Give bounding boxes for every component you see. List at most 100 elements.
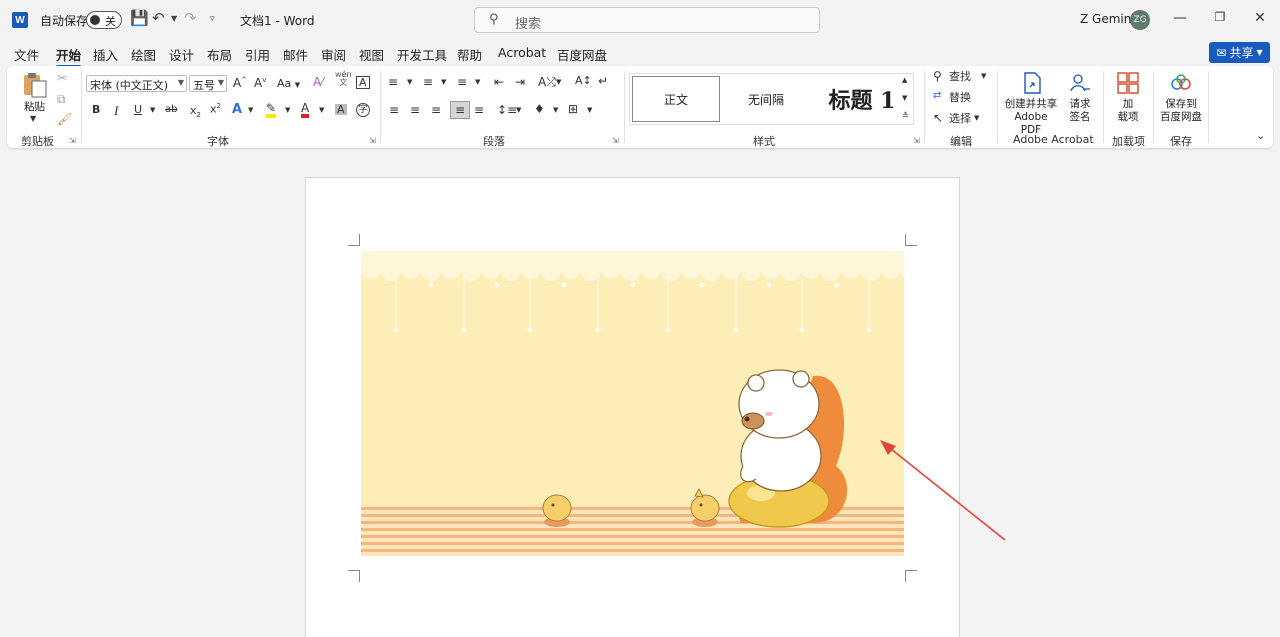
underline-dropdown-icon[interactable]: ▼ [150, 107, 155, 114]
minimize-icon[interactable]: — [1170, 10, 1190, 26]
sort-icon[interactable]: A↕ [575, 75, 592, 86]
italic-icon[interactable]: I [114, 104, 118, 117]
baidu-netdisk-icon [1171, 74, 1191, 90]
numbering-dropdown-icon[interactable]: ▼ [441, 79, 446, 86]
superscript-icon[interactable]: x2 [210, 103, 221, 115]
style-no-spacing[interactable]: 无间隔 [722, 76, 810, 122]
tab-file[interactable]: 文件 [14, 45, 39, 64]
close-icon[interactable]: ✕ [1250, 10, 1270, 26]
copy-icon[interactable]: ⧉ [57, 93, 66, 105]
request-sign-line2: 签名 [1069, 111, 1091, 123]
shading-dropdown-icon[interactable]: ▼ [553, 107, 558, 114]
align-right-icon[interactable]: ≡ [431, 104, 441, 116]
bullets-icon[interactable]: ≡ [388, 76, 398, 88]
strikethrough-icon[interactable]: ab [165, 105, 177, 115]
user-name[interactable]: Z Gemini [1080, 12, 1135, 26]
format-painter-icon[interactable]: 🖌 [57, 113, 72, 125]
styles-launcher-icon[interactable]: ⇲ [913, 136, 920, 145]
tab-developer[interactable]: 开发工具 [397, 45, 447, 64]
find-button[interactable]: ⚲ 查找 ▼ [933, 70, 991, 86]
autosave-toggle[interactable]: 关 [86, 11, 122, 29]
styles-scroll-down-icon[interactable]: ▼ [902, 95, 907, 102]
tab-view[interactable]: 视图 [359, 45, 384, 64]
borders-icon[interactable]: ⊞ [568, 103, 578, 115]
customize-toolbar-icon[interactable]: ▿ [210, 14, 215, 24]
text-effects-dropdown-icon[interactable]: ▼ [248, 107, 253, 114]
create-share-line1: 创建并共享 [1004, 98, 1058, 110]
distributed-icon[interactable]: ≡ [474, 104, 484, 116]
share-button[interactable]: ✉ 共享 ▼ [1209, 42, 1270, 63]
enclose-characters-icon[interactable]: 字 [356, 103, 370, 117]
line-spacing-icon[interactable]: ↕≡ [497, 104, 517, 116]
tab-mailings[interactable]: 邮件 [283, 45, 308, 64]
search-input[interactable]: ⚲ 搜索 [474, 7, 820, 33]
styles-scroll-up-icon[interactable]: ▲ [902, 77, 907, 84]
grow-font-icon[interactable]: A^ [233, 77, 247, 90]
change-case-button[interactable]: Aa ▼ [277, 78, 300, 89]
phonetic-guide-icon[interactable]: wén 文 [335, 71, 352, 87]
tab-insert[interactable]: 插入 [93, 45, 118, 64]
font-launcher-icon[interactable]: ⇲ [369, 136, 376, 145]
tab-home[interactable]: 开始 [56, 45, 82, 68]
cut-icon[interactable]: ✂ [57, 72, 67, 84]
align-center-icon[interactable]: ≡ [410, 104, 420, 116]
paste-button[interactable]: 粘贴 ▼ [20, 71, 50, 126]
subscript-icon[interactable]: x2 [190, 105, 201, 119]
font-name-select[interactable]: 宋体 (中文正文) ▼ [86, 75, 187, 92]
bullets-dropdown-icon[interactable]: ▼ [407, 79, 412, 86]
highlight-dropdown-icon[interactable]: ▼ [285, 107, 290, 114]
increase-indent-icon[interactable]: ⇥ [515, 76, 525, 88]
shading-icon[interactable]: ♦ [534, 103, 545, 115]
numbering-icon[interactable]: ≡ [423, 76, 433, 88]
request-signature-button[interactable]: 请求 签名 [1065, 70, 1095, 128]
show-formatting-marks-icon[interactable]: ↵ [598, 75, 608, 87]
font-color-icon[interactable]: A [301, 102, 310, 118]
borders-dropdown-icon[interactable]: ▼ [587, 107, 592, 114]
character-shading-icon[interactable]: A [335, 104, 347, 115]
shrink-font-icon[interactable]: Av [254, 77, 266, 90]
style-normal[interactable]: 正文 [632, 76, 720, 122]
tab-draw[interactable]: 绘图 [131, 45, 156, 64]
avatar[interactable]: ZG [1130, 10, 1150, 30]
align-left-icon[interactable]: ≡ [389, 104, 399, 116]
select-button[interactable]: ↖ 选择 ▼ [933, 112, 983, 128]
add-ins-button[interactable]: 加 载项 [1111, 70, 1145, 128]
character-border-icon[interactable]: A [356, 76, 370, 89]
text-effects-icon[interactable]: A [232, 103, 242, 116]
asian-layout-dropdown-icon[interactable]: ▼ [556, 79, 561, 86]
underline-icon[interactable]: U [134, 104, 142, 115]
asian-layout-icon[interactable]: A⤮ [538, 76, 556, 88]
tab-baidu-netdisk[interactable]: 百度网盘 [557, 45, 607, 64]
restore-icon[interactable]: ❐ [1210, 10, 1230, 24]
styles-more-icon[interactable]: ≛ [902, 112, 909, 120]
tab-review[interactable]: 审阅 [321, 45, 346, 64]
tab-references[interactable]: 引用 [245, 45, 270, 64]
line-spacing-dropdown-icon[interactable]: ▼ [516, 107, 521, 114]
highlight-icon[interactable]: ✎ [266, 102, 277, 118]
inserted-picture[interactable] [361, 251, 904, 556]
paragraph-launcher-icon[interactable]: ⇲ [612, 136, 619, 145]
font-size-select[interactable]: 五号 ▼ [189, 75, 227, 92]
replace-button[interactable]: ⇄ 替换 [933, 91, 983, 107]
undo-icon[interactable]: ↶ [152, 9, 165, 27]
save-baidu-line1: 保存到 [1165, 98, 1197, 110]
tab-design[interactable]: 设计 [169, 45, 194, 64]
save-to-baidu-button[interactable]: 保存到 百度网盘 [1157, 70, 1205, 128]
bold-icon[interactable]: B [92, 104, 100, 115]
collapse-ribbon-icon[interactable]: ⌄ [1256, 130, 1265, 141]
clear-formatting-icon[interactable]: A⁄ [313, 76, 323, 88]
undo-dropdown-icon[interactable]: ▼ [171, 14, 177, 23]
style-heading-1[interactable]: 标题 1 [812, 76, 912, 122]
redo-icon[interactable]: ↷ [184, 9, 197, 27]
tab-help[interactable]: 帮助 [457, 45, 482, 64]
tab-acrobat[interactable]: Acrobat [498, 45, 546, 60]
multilevel-list-icon[interactable]: ≡ [457, 76, 467, 88]
clipboard-launcher-icon[interactable]: ⇲ [69, 136, 76, 145]
tab-layout[interactable]: 布局 [207, 45, 232, 64]
decrease-indent-icon[interactable]: ⇤ [494, 76, 504, 88]
create-share-pdf-button[interactable]: 创建并共享 Adobe PDF [1003, 70, 1059, 136]
multilevel-list-dropdown-icon[interactable]: ▼ [475, 79, 480, 86]
font-color-dropdown-icon[interactable]: ▼ [319, 107, 324, 114]
justify-icon[interactable]: ≡ [450, 101, 470, 119]
save-icon[interactable]: 💾 [130, 9, 149, 27]
